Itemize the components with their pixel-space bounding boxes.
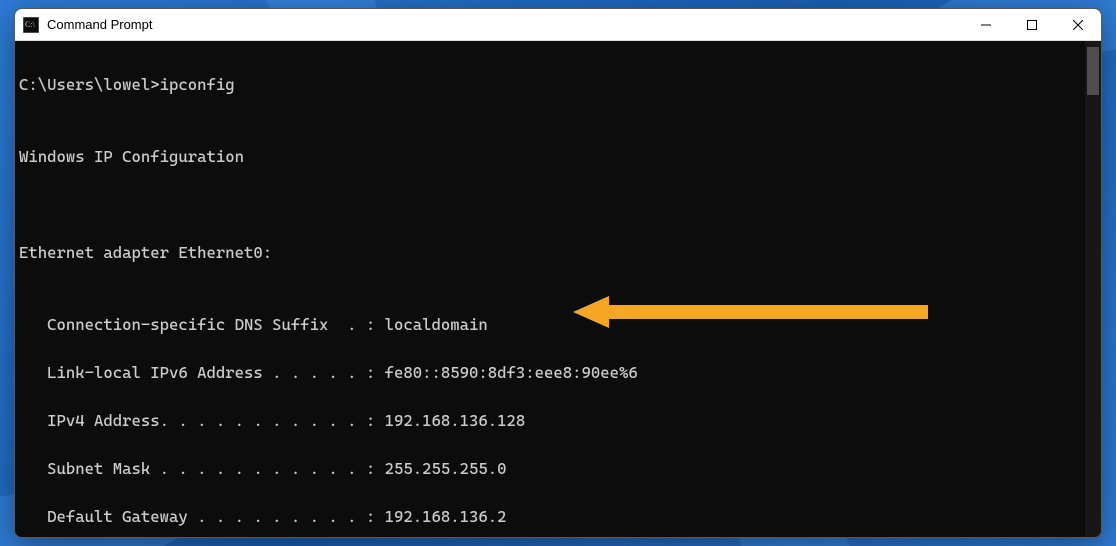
gateway-line: Default Gateway . . . . . . . . . : 192.… xyxy=(19,505,1097,529)
maximize-button[interactable] xyxy=(1009,9,1055,41)
terminal-output[interactable]: C:\Users\lowel>ipconfig Windows IP Confi… xyxy=(15,41,1101,537)
dns-suffix-line: Connection-specific DNS Suffix . : local… xyxy=(19,313,1097,337)
minimize-button[interactable] xyxy=(963,9,1009,41)
prompt-path: C:\Users\lowel> xyxy=(19,75,160,94)
close-button[interactable] xyxy=(1055,9,1101,41)
ipv4-line: IPv4 Address. . . . . . . . . . . : 192.… xyxy=(19,409,1097,433)
adapter-title: Ethernet adapter Ethernet0: xyxy=(19,241,1097,265)
window-controls xyxy=(963,9,1101,41)
window-title: Command Prompt xyxy=(47,17,152,32)
scrollbar-track[interactable] xyxy=(1085,41,1101,537)
ipv6-line: Link-local IPv6 Address . . . . . : fe80… xyxy=(19,361,1097,385)
scrollbar-thumb[interactable] xyxy=(1087,47,1099,95)
command-prompt-window: C:\ Command Prompt C:\Users\lowel>ipconf… xyxy=(14,8,1102,538)
subnet-mask-line: Subnet Mask . . . . . . . . . . . : 255.… xyxy=(19,457,1097,481)
command-text: ipconfig xyxy=(160,75,235,94)
titlebar[interactable]: C:\ Command Prompt xyxy=(15,9,1101,41)
svg-text:C:\: C:\ xyxy=(25,20,36,29)
cmd-icon: C:\ xyxy=(23,17,39,33)
ipconfig-header: Windows IP Configuration xyxy=(19,145,1097,169)
